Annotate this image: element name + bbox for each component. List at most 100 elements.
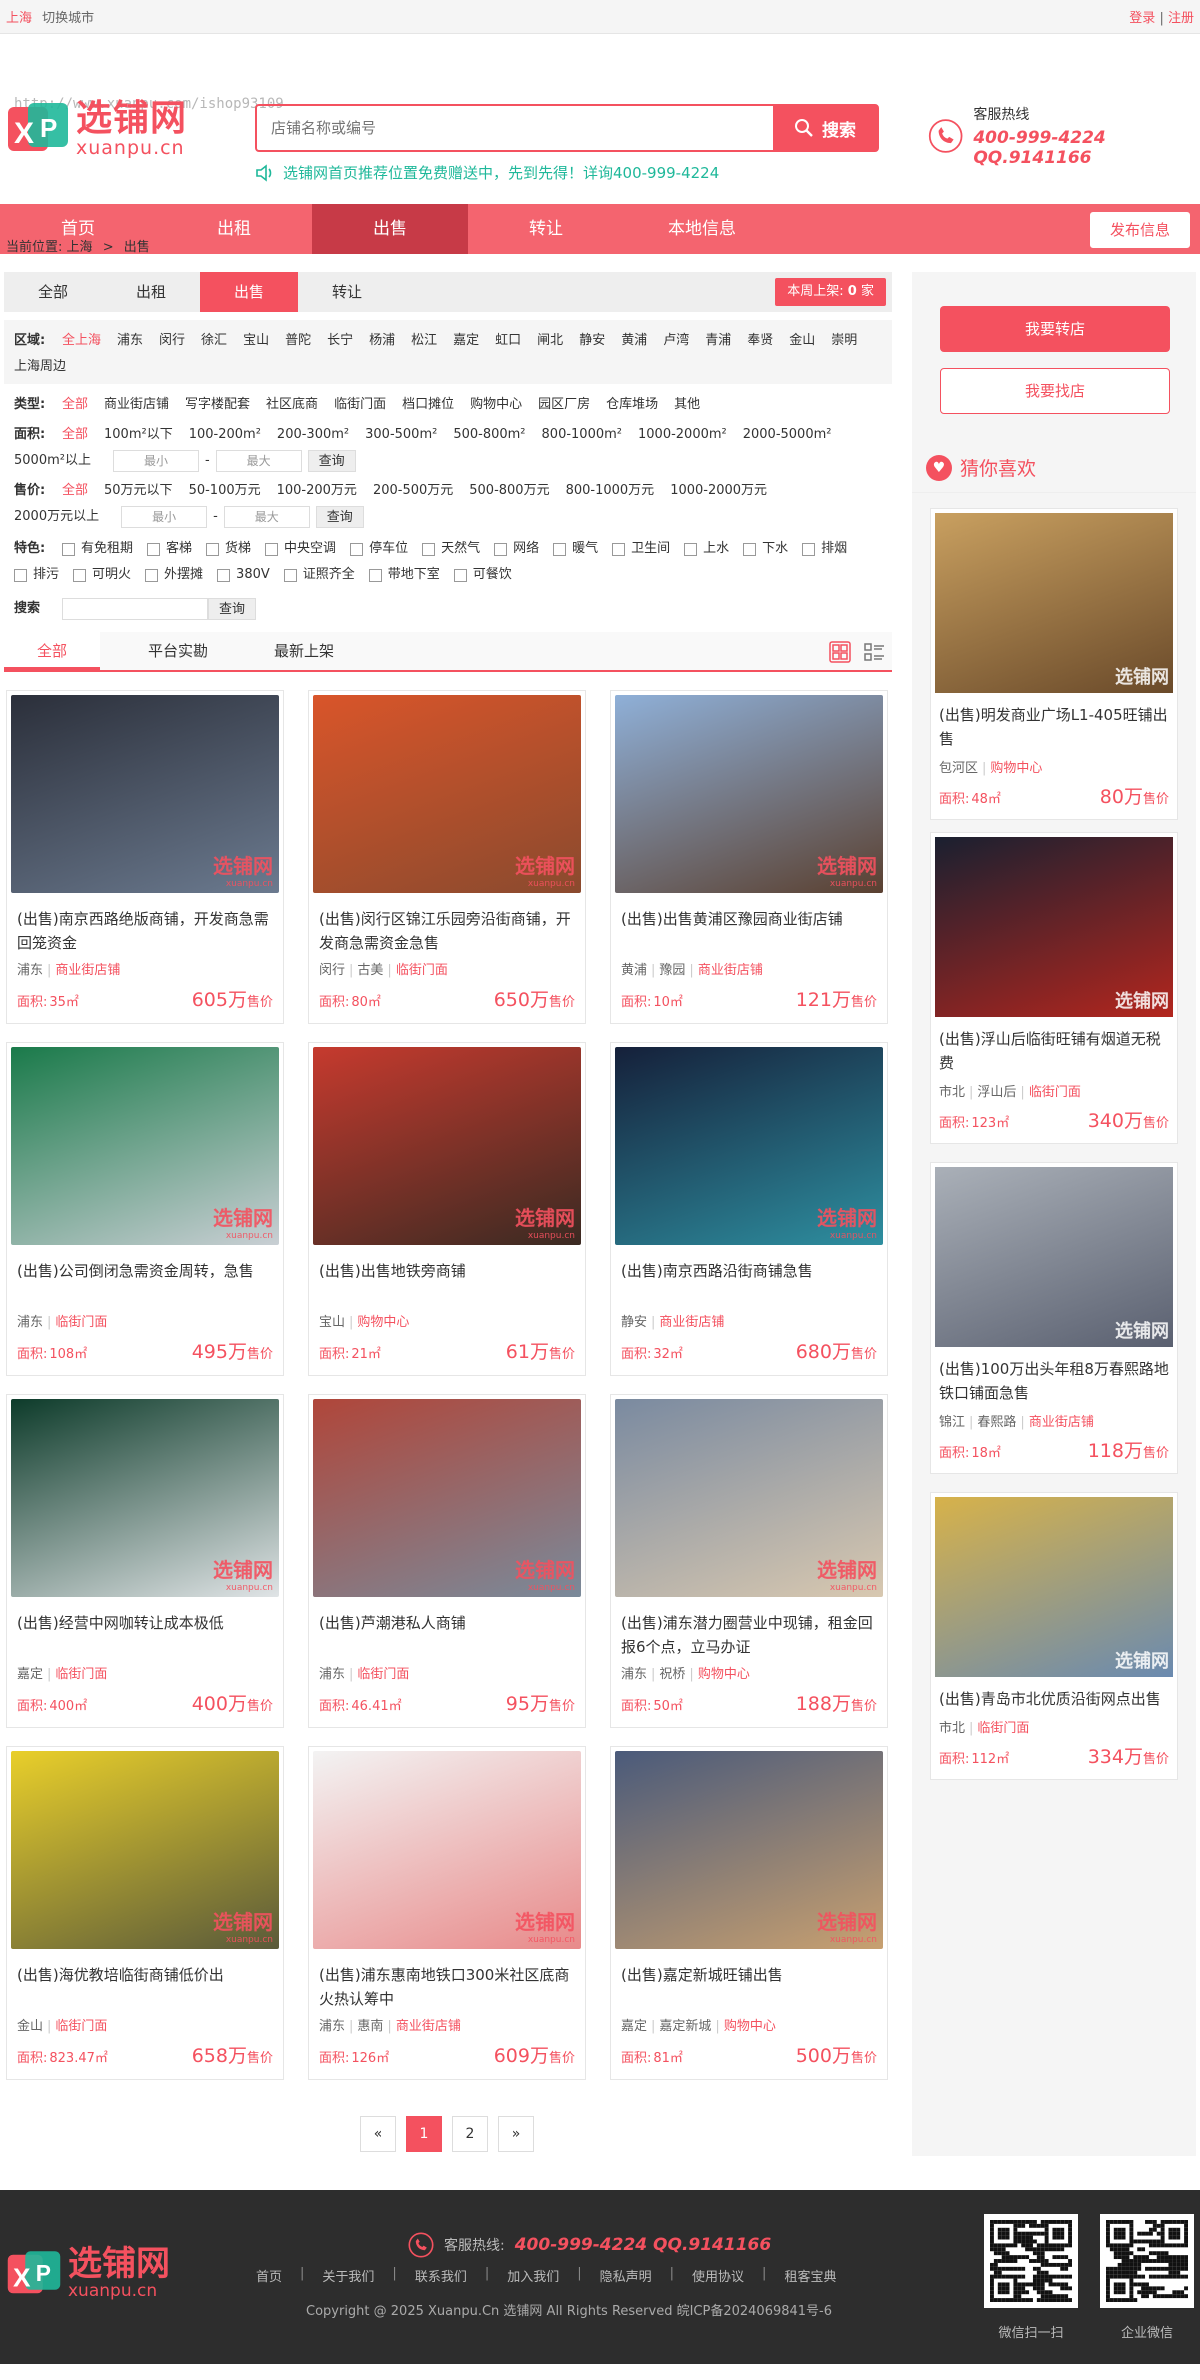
checkbox-icon[interactable] (145, 568, 159, 582)
checkbox-icon[interactable] (265, 542, 279, 556)
sort-tab-2[interactable]: 最新上架 (256, 632, 352, 670)
area-query-button[interactable]: 查询 (307, 450, 356, 472)
checkbox-icon[interactable] (350, 542, 364, 556)
type-tag[interactable]: 临街门面 (55, 2019, 107, 2034)
subdistrict-tag[interactable]: 浮山后 (977, 1085, 1016, 1100)
district-tag[interactable]: 嘉定 (17, 1667, 43, 1682)
type-option[interactable]: 购物中心 (470, 392, 522, 418)
footer-link[interactable]: 使用协议 (692, 2266, 744, 2285)
type-option[interactable]: 写字楼配套 (185, 392, 250, 418)
side-listing-title[interactable]: (出售)浮山后临街旺铺有烟道无税费 (939, 1027, 1169, 1075)
footer-link[interactable]: 隐私声明 (600, 2266, 652, 2285)
listing-title[interactable]: (出售)公司倒闭急需资金周转，急售 (17, 1259, 273, 1307)
pager-page[interactable]: 2 (452, 2116, 488, 2152)
area-option[interactable]: 100m²以下 (104, 422, 173, 448)
listing-photo[interactable]: 选铺网 xuanpu.cn (313, 1399, 581, 1597)
listing-card[interactable]: 选铺网 xuanpu.cn (出售)经营中网咖转让成本极低 嘉定 | 临街门面 面积: 400… (6, 1394, 284, 1728)
breadcrumb-city[interactable]: 上海 (67, 240, 93, 255)
area-min-input[interactable]: 最小 (112, 450, 199, 472)
checkbox-icon[interactable] (422, 542, 436, 556)
type-tag[interactable]: 商业街店铺 (396, 2019, 461, 2034)
region-option[interactable]: 金山 (789, 328, 815, 354)
district-tag[interactable]: 浦东 (319, 1667, 345, 1682)
district-tag[interactable]: 浦东 (621, 1667, 647, 1682)
listing-photo[interactable]: 选铺网 xuanpu.cn (615, 695, 883, 893)
listing-card[interactable]: 选铺网 xuanpu.cn (出售)南京西路沿街商铺急售 静安 | 商业街店铺 面积: 32㎡… (610, 1042, 888, 1376)
feature-checkbox[interactable]: 中央空调 (265, 536, 336, 562)
region-option[interactable]: 虹口 (495, 328, 521, 354)
listing-card[interactable]: 选铺网 xuanpu.cn (出售)浦东潜力圈营业中现铺，租金回报6个点，立马办证浦… (610, 1394, 888, 1728)
footer-link[interactable]: 联系我们 (415, 2266, 467, 2285)
checkbox-icon[interactable] (553, 542, 567, 556)
type-tag[interactable]: 商业街店铺 (1029, 1415, 1094, 1430)
nav-item-4[interactable]: 本地信息 (624, 204, 780, 254)
side-listing-title[interactable]: (出售)100万出头年租8万春熙路地铁口铺面急售 (939, 1357, 1169, 1405)
type-option[interactable]: 仓库堆场 (606, 392, 658, 418)
tab-2[interactable]: 出售 (200, 272, 298, 312)
sort-tab-1[interactable]: 平台实勘 (130, 632, 226, 670)
side-listing-title[interactable]: (出售)明发商业广场L1-405旺铺出售 (939, 703, 1169, 751)
pager-prev[interactable]: « (360, 2116, 396, 2152)
listing-title[interactable]: (出售)芦潮港私人商铺 (319, 1611, 575, 1659)
type-option[interactable]: 临街门面 (334, 392, 386, 418)
price-option[interactable]: 全部 (62, 478, 88, 504)
type-tag[interactable]: 临街门面 (357, 1667, 409, 1682)
region-option[interactable]: 全上海 (62, 328, 101, 354)
listing-card[interactable]: 选铺网 xuanpu.cn (出售)嘉定新城旺铺出售 嘉定 | 嘉定新城 | 购物中心 面积: 8… (610, 1746, 888, 2080)
type-tag[interactable]: 购物中心 (357, 1315, 409, 1330)
region-option[interactable]: 长宁 (327, 328, 353, 354)
listing-photo[interactable]: 选铺网 xuanpu.cn (11, 1751, 279, 1949)
price-option[interactable]: 50万元以下 (104, 478, 173, 504)
subdistrict-tag[interactable]: 春熙路 (977, 1415, 1016, 1430)
checkbox-icon[interactable] (612, 542, 626, 556)
feature-checkbox[interactable]: 有免租期 (62, 536, 133, 562)
feature-checkbox[interactable]: 卫生间 (612, 536, 670, 562)
subdistrict-tag[interactable]: 古美 (357, 963, 383, 978)
footer-link[interactable]: 租客宝典 (784, 2266, 836, 2285)
type-tag[interactable]: 购物中心 (698, 1667, 750, 1682)
district-tag[interactable]: 黄浦 (621, 963, 647, 978)
feature-checkbox[interactable]: 网络 (494, 536, 539, 562)
tab-1[interactable]: 出租 (102, 272, 200, 312)
nav-item-2[interactable]: 出售 (312, 204, 468, 254)
listing-title[interactable]: (出售)经营中网咖转让成本极低 (17, 1611, 273, 1659)
area-option[interactable]: 300-500m² (365, 422, 437, 448)
price-option[interactable]: 1000-2000万元 (670, 478, 767, 504)
subdistrict-tag[interactable]: 惠南 (357, 2019, 383, 2034)
region-option[interactable]: 杨浦 (369, 328, 395, 354)
district-tag[interactable]: 静安 (621, 1315, 647, 1330)
area-option[interactable]: 全部 (62, 422, 88, 448)
feature-checkbox[interactable]: 客梯 (147, 536, 192, 562)
type-tag[interactable]: 临街门面 (55, 1315, 107, 1330)
region-option[interactable]: 静安 (579, 328, 605, 354)
feature-checkbox[interactable]: 暖气 (553, 536, 598, 562)
area-option[interactable]: 100-200m² (189, 422, 261, 448)
area-option[interactable]: 2000-5000m² (743, 422, 832, 448)
price-max-input[interactable]: 最大 (223, 506, 310, 528)
type-tag[interactable]: 商业街店铺 (659, 1315, 724, 1330)
listing-title[interactable]: (出售)浦东惠南地铁口300米社区底商火热认筹中 (319, 1963, 575, 2011)
region-option[interactable]: 闵行 (159, 328, 185, 354)
type-option[interactable]: 其他 (674, 392, 700, 418)
tab-0[interactable]: 全部 (4, 272, 102, 312)
listing-title[interactable]: (出售)出售黄浦区豫园商业街店铺 (621, 907, 877, 955)
side-listing-card[interactable]: 选铺网 (出售)浮山后临街旺铺有烟道无税费 市北 | 浮山后 | 临街门面 面积: 123㎡ 34… (930, 832, 1178, 1144)
price-query-button[interactable]: 查询 (315, 506, 364, 528)
transfer-shop-button[interactable]: 我要转店 (940, 306, 1170, 352)
listing-card[interactable]: 选铺网 xuanpu.cn (出售)海优教培临街商铺低价出 金山 | 临街门面 面积: 823… (6, 1746, 284, 2080)
feature-checkbox[interactable]: 下水 (743, 536, 788, 562)
district-tag[interactable]: 市北 (939, 1721, 965, 1736)
district-tag[interactable]: 浦东 (17, 1315, 43, 1330)
checkbox-icon[interactable] (802, 542, 816, 556)
switch-city-link[interactable]: 切换城市 (42, 11, 94, 26)
type-tag[interactable]: 临街门面 (396, 963, 448, 978)
list-view-icon[interactable] (862, 640, 886, 664)
feature-checkbox[interactable]: 天然气 (422, 536, 480, 562)
listing-card[interactable]: 选铺网 xuanpu.cn (出售)公司倒闭急需资金周转，急售 浦东 | 临街门面 面积: 1… (6, 1042, 284, 1376)
listing-card[interactable]: 选铺网 xuanpu.cn (出售)浦东惠南地铁口300米社区底商火热认筹中 浦东 | 惠… (308, 1746, 586, 2080)
checkbox-icon[interactable] (73, 568, 87, 582)
checkbox-icon[interactable] (217, 568, 231, 582)
area-max-input[interactable]: 最大 (215, 450, 302, 472)
feature-checkbox[interactable]: 停车位 (350, 536, 408, 562)
type-tag[interactable]: 商业街店铺 (55, 963, 120, 978)
